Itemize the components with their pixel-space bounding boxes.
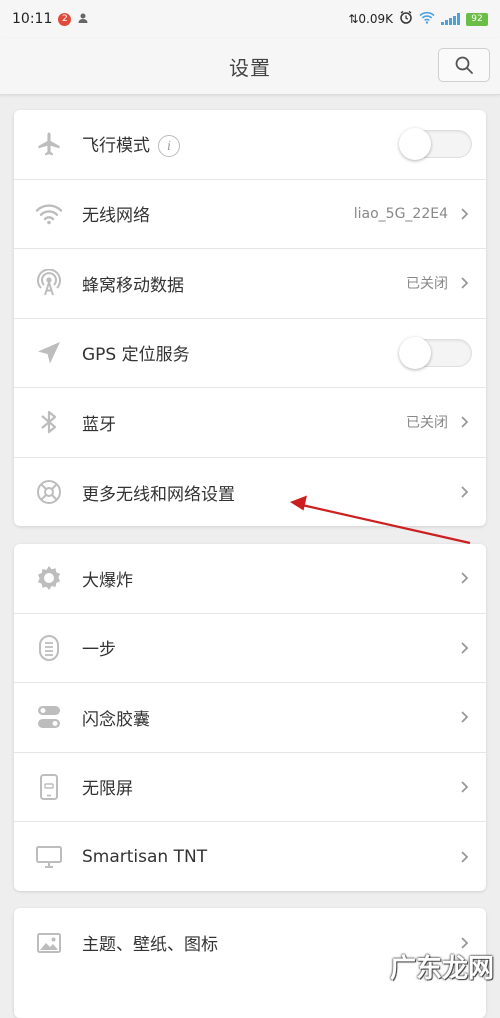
settings-row-wifi[interactable]: 无线网络 liao_5G_22E4 — [14, 180, 486, 249]
app-header: 设置 — [0, 38, 500, 95]
chevron-right-icon — [454, 571, 474, 585]
chevron-right-icon — [454, 641, 474, 655]
settings-row-capsule[interactable]: 闪念胶囊 — [14, 683, 486, 753]
toggle-knob — [399, 336, 431, 369]
capsule-icon — [32, 700, 66, 734]
settings-group-connectivity: 飞行模式 i 无线网络 liao_5G_22E4 蜂窝移动数据 已关闭 GPS 定… — [14, 110, 486, 526]
settings-row-label: 蜂窝移动数据 — [82, 275, 184, 296]
status-bar-right: ⇅0.09K 92 — [348, 10, 488, 28]
alarm-icon — [399, 10, 413, 28]
status-time: 10:11 — [12, 11, 53, 27]
status-bar: 10:11 2 ⇅0.09K 92 — [0, 0, 500, 38]
monitor-icon — [32, 840, 66, 874]
notification-badge: 2 — [58, 12, 72, 26]
chevron-right-icon — [454, 780, 474, 794]
settings-row-label: 闪念胶囊 — [82, 709, 150, 730]
one-step-icon — [32, 631, 66, 665]
cellular-antenna-icon — [32, 266, 66, 300]
gps-toggle[interactable] — [399, 336, 472, 369]
settings-row-bluetooth[interactable]: 蓝牙 已关闭 — [14, 388, 486, 458]
net-speed: ⇅0.09K — [348, 12, 393, 26]
chevron-right-icon — [454, 850, 474, 864]
chevron-right-icon — [454, 485, 474, 499]
chevron-right-icon — [454, 207, 474, 221]
info-icon[interactable]: i — [158, 135, 180, 158]
image-icon — [32, 926, 66, 960]
battery-indicator: 92 — [466, 12, 488, 26]
search-button[interactable] — [438, 48, 490, 82]
big-bang-icon — [32, 561, 66, 595]
settings-row-more-network[interactable]: 更多无线和网络设置 — [14, 458, 486, 527]
airplane-mode-label: 飞行模式 — [82, 136, 150, 157]
settings-row-label: 大爆炸 — [82, 570, 133, 591]
network-globe-icon — [32, 475, 66, 509]
settings-row-label: 飞行模式 i — [82, 131, 400, 158]
person-icon — [77, 12, 89, 27]
page-title: 设置 — [229, 55, 271, 80]
search-icon — [455, 56, 473, 74]
cellular-status: 已关闭 — [406, 276, 448, 293]
settings-row-label: Smartisan TNT — [82, 846, 208, 867]
wifi-network-name: liao_5G_22E4 — [353, 205, 448, 222]
phone-screen-icon — [32, 770, 66, 804]
chevron-right-icon — [454, 710, 474, 724]
airplane-icon — [32, 127, 66, 161]
status-bar-left: 10:11 2 — [12, 11, 89, 27]
settings-row-label: 蓝牙 — [82, 414, 116, 435]
airplane-mode-toggle[interactable] — [399, 128, 472, 161]
watermark-text: 广东龙网 — [389, 954, 494, 984]
settings-row-big-bang[interactable]: 大爆炸 — [14, 544, 486, 614]
chevron-right-icon — [454, 415, 474, 429]
settings-row-label: 无限屏 — [82, 779, 133, 800]
settings-row-label: GPS 定位服务 — [82, 345, 190, 366]
wifi-icon — [32, 197, 66, 231]
settings-row-label: 无线网络 — [82, 206, 150, 227]
bluetooth-status: 已关闭 — [406, 415, 448, 432]
location-arrow-icon — [32, 336, 66, 370]
watermark: 广东龙网 — [390, 948, 494, 985]
settings-row-label: 一步 — [82, 640, 116, 661]
settings-row-airplane-mode[interactable]: 飞行模式 i — [14, 110, 486, 180]
chevron-right-icon — [454, 276, 474, 290]
toggle-knob — [399, 128, 431, 161]
net-speed-value: 0.09K — [358, 12, 393, 26]
settings-row-gps[interactable]: GPS 定位服务 — [14, 319, 486, 388]
settings-row-label: 更多无线和网络设置 — [82, 484, 235, 505]
settings-row-infinite-screen[interactable]: 无限屏 — [14, 753, 486, 822]
signal-icon — [441, 13, 460, 25]
wifi-icon — [419, 11, 435, 28]
settings-group-features: 大爆炸 一步 闪念胶囊 无限屏 Smartisan TNT — [14, 544, 486, 891]
settings-row-one-step[interactable]: 一步 — [14, 614, 486, 683]
settings-row-tnt[interactable]: Smartisan TNT — [14, 822, 486, 891]
settings-row-cellular-data[interactable]: 蜂窝移动数据 已关闭 — [14, 249, 486, 319]
bluetooth-icon — [32, 405, 66, 439]
